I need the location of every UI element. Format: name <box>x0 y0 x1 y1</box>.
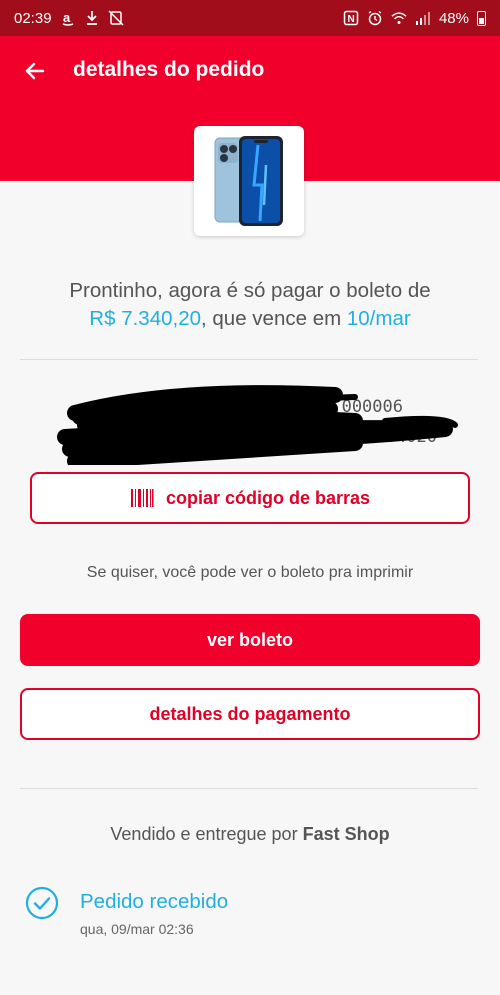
barcode-icon <box>130 489 154 507</box>
status-time: 02:39 <box>14 9 52 27</box>
payment-message-middle: , que vence em <box>201 307 347 330</box>
barcode-number: 000006 00000784020 <box>55 385 465 465</box>
svg-text:N: N <box>347 14 354 25</box>
copy-barcode-button[interactable]: copiar código de barras <box>30 472 470 524</box>
svg-text:a: a <box>63 10 71 25</box>
status-bar: 02:39 a N 48% <box>0 0 500 36</box>
battery-percent: 48% <box>438 9 469 27</box>
arrow-left-icon <box>25 62 45 80</box>
payment-message: Prontinho, agora é só pagar o boleto de … <box>0 277 500 333</box>
do-not-disturb-off-icon <box>108 10 124 26</box>
payment-amount: R$ 7.340,20 <box>89 307 201 330</box>
copy-barcode-label: copiar código de barras <box>165 487 371 508</box>
divider <box>20 788 478 789</box>
payment-details-button[interactable]: detalhes do pagamento <box>20 688 480 740</box>
order-status-date: qua, 09/mar 02:36 <box>80 921 194 937</box>
amazon-icon: a <box>60 10 76 26</box>
print-hint: Se quiser, você pode ver o boleto pra im… <box>86 564 414 581</box>
payment-message-prefix: Prontinho, agora é só pagar o boleto de <box>69 279 431 302</box>
download-icon <box>84 10 100 26</box>
view-boleto-button[interactable]: ver boleto <box>20 614 480 666</box>
view-boleto-label: ver boleto <box>206 629 294 650</box>
seller-name: Fast Shop <box>302 824 390 844</box>
page-title: detalhes do pedido <box>73 58 265 81</box>
payment-details-label: detalhes do pagamento <box>149 703 351 724</box>
due-date: 10/mar <box>346 307 411 330</box>
order-status-title: Pedido recebido <box>80 890 229 913</box>
signal-icon <box>415 10 431 26</box>
battery-icon <box>477 10 486 26</box>
seller-info: Vendido e entregue por Fast Shop <box>0 824 500 845</box>
redaction-scribble <box>57 385 458 465</box>
wifi-icon <box>391 10 407 26</box>
product-image-card[interactable] <box>194 126 304 236</box>
iphone-13-pro-image <box>214 136 283 226</box>
back-button[interactable] <box>20 56 50 86</box>
alarm-icon <box>367 10 383 26</box>
divider <box>20 359 478 360</box>
check-circle-icon <box>25 886 59 920</box>
nfc-icon: N <box>343 10 359 26</box>
order-timeline-item: Pedido recebido qua, 09/mar 02:36 <box>25 886 475 946</box>
seller-prefix: Vendido e entregue por <box>110 824 298 844</box>
